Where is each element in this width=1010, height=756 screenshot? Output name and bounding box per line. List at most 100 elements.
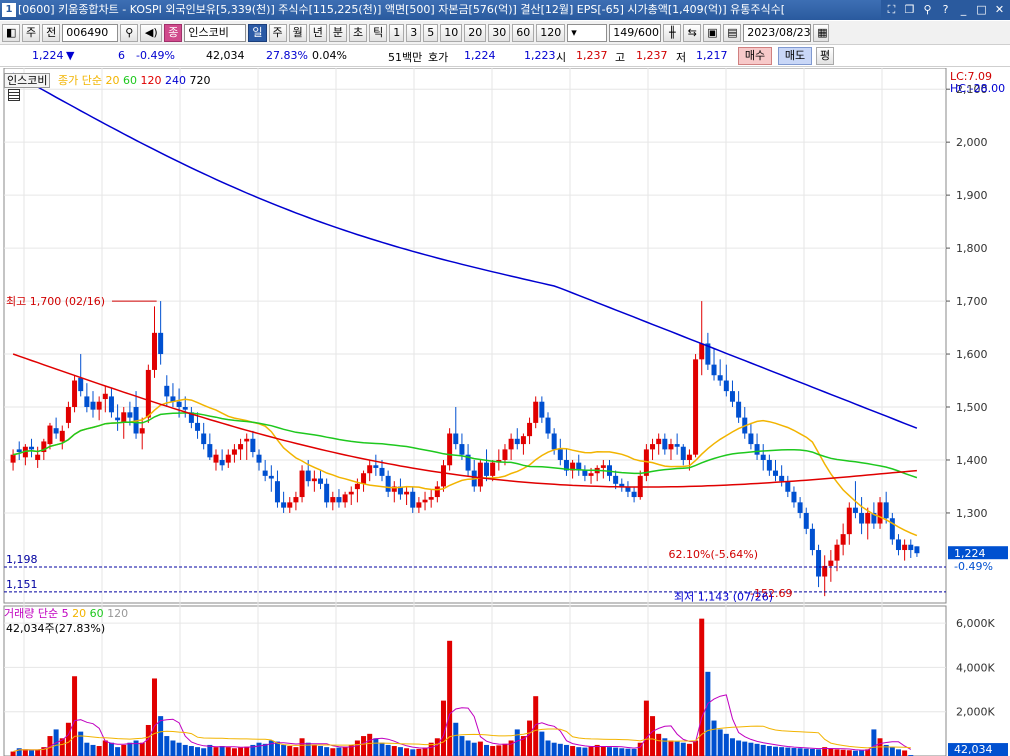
candle-body	[219, 459, 225, 466]
volume-tick-label: 4,000K	[956, 661, 995, 674]
zoom-icon[interactable]: ⇆	[683, 23, 702, 42]
price-tick-label: 2,000	[956, 136, 988, 149]
candle-body	[582, 470, 588, 476]
candle-body	[59, 430, 65, 442]
volume-bar	[840, 749, 846, 756]
interval-custom-input[interactable]: ▾	[567, 23, 608, 42]
volume-bar	[373, 738, 379, 756]
volume-bar	[539, 731, 545, 756]
volume-bar	[557, 743, 563, 756]
chart-toolbar: ◧ 주 전 006490 ⚲ ◀) 종 인스코비 일 주 월 년 분 초 틱 1…	[0, 21, 1010, 45]
candle-body	[828, 560, 834, 566]
volume-bar	[545, 740, 551, 756]
volume-bar	[10, 751, 16, 756]
price-tick-label: 1,400	[956, 454, 988, 467]
candle-body	[477, 462, 483, 487]
window-number: 1	[2, 3, 16, 17]
period-minute[interactable]: 분	[328, 23, 347, 42]
buy-button[interactable]: 매수	[738, 47, 772, 65]
volume-bar	[711, 720, 717, 756]
volume-bar	[686, 743, 692, 756]
legend-stock-name[interactable]: 인스코비	[4, 73, 51, 88]
sell-button[interactable]: 매도	[778, 47, 812, 65]
minimize-icon[interactable]: _	[957, 0, 970, 20]
interval-120[interactable]: 120	[536, 23, 566, 42]
volume-legend-name[interactable]: 거래량	[4, 607, 34, 620]
period-month[interactable]: 월	[288, 23, 307, 42]
chart-type-icon[interactable]: ╫	[663, 23, 682, 42]
quote-low: 1,217	[696, 49, 728, 62]
volume-bar	[859, 750, 865, 756]
interval-5[interactable]: 5	[423, 23, 439, 42]
quote-volume-ratio: 27.83%	[266, 49, 308, 62]
volume-bar	[342, 746, 348, 756]
sound-icon[interactable]: ◀)	[140, 23, 163, 42]
stock-name-field[interactable]: 인스코비	[184, 23, 247, 42]
stock-search-icon[interactable]: ⚲	[120, 23, 139, 42]
candle-body	[723, 380, 729, 392]
volume-legend: 거래량 단순 5 20 60 120	[4, 605, 128, 621]
maximize-icon[interactable]: □	[975, 0, 988, 20]
layout-icon[interactable]: ◧	[2, 23, 20, 42]
prev-button[interactable]: 전	[42, 23, 61, 42]
candle-body	[785, 481, 791, 492]
period-year[interactable]: 년	[308, 23, 327, 42]
candle-body	[748, 433, 754, 445]
quote-bid: 1,224	[464, 49, 496, 62]
quote-price: 1,224	[32, 49, 64, 62]
candle-body	[256, 454, 262, 463]
current-price-label: 1,224	[954, 547, 986, 560]
legend-ma-720: 720	[189, 74, 211, 87]
close-icon[interactable]: ✕	[993, 0, 1006, 20]
interval-10[interactable]: 10	[440, 23, 463, 42]
candle-body	[195, 422, 201, 431]
volume-bar	[736, 740, 742, 756]
pin-icon[interactable]: ⚲	[921, 0, 934, 20]
candle-body	[453, 433, 459, 445]
print-icon[interactable]: ▤	[723, 23, 742, 42]
calendar-icon[interactable]: ▦	[813, 23, 830, 42]
market-select[interactable]: 주	[22, 23, 41, 42]
interval-3[interactable]: 3	[406, 23, 422, 42]
help-icon[interactable]: ?	[939, 0, 952, 20]
interval-20[interactable]: 20	[464, 23, 487, 42]
volume-bar	[324, 747, 330, 756]
period-second[interactable]: 초	[349, 23, 368, 42]
count-field[interactable]: 149/600	[609, 23, 662, 42]
window-link-icon[interactable]: ⛶	[885, 0, 898, 20]
period-week[interactable]: 주	[268, 23, 287, 42]
low-label: 저	[676, 51, 687, 64]
volume-bar	[385, 744, 391, 756]
price-chart[interactable]: 최고 1,700 (02/16) 1,198 1,151 62.10%(-5.64%)…	[0, 68, 1010, 756]
window-restore-icon[interactable]: ❐	[903, 0, 916, 20]
save-icon[interactable]: ▣	[703, 23, 722, 42]
avg-button[interactable]: 평	[816, 47, 834, 65]
volume-bar	[809, 748, 815, 756]
candle-body	[877, 502, 883, 524]
volume-bar	[201, 748, 207, 756]
interval-60[interactable]: 60	[512, 23, 535, 42]
volume-bar	[268, 740, 274, 756]
date-field[interactable]: 2023/08/23	[743, 23, 812, 42]
candle-body	[84, 396, 90, 408]
candle-body	[514, 438, 520, 445]
period-tick[interactable]: 틱	[369, 23, 388, 42]
volume-bar	[354, 740, 360, 756]
candle-body	[545, 417, 551, 434]
candle-body	[619, 483, 625, 487]
price-legend: 인스코비 종가 단순 20 60 120 240 720	[4, 72, 210, 88]
volume-bar	[78, 731, 84, 756]
candle-body	[865, 512, 871, 524]
legend-table-icon[interactable]	[8, 89, 20, 101]
period-day[interactable]: 일	[248, 23, 267, 42]
candle-body	[145, 369, 151, 418]
interval-30[interactable]: 30	[488, 23, 511, 42]
volume-bar	[527, 720, 533, 756]
volume-legend-ma-60: 60	[89, 607, 104, 620]
price-axis: 2,1002,0001,9001,8001,7001,6001,5001,400…	[946, 70, 1008, 756]
volume-bar	[404, 748, 410, 756]
volume-bar	[803, 748, 809, 756]
candle-body	[336, 497, 342, 503]
stock-code-input[interactable]: 006490	[62, 23, 119, 42]
interval-1[interactable]: 1	[389, 23, 405, 42]
